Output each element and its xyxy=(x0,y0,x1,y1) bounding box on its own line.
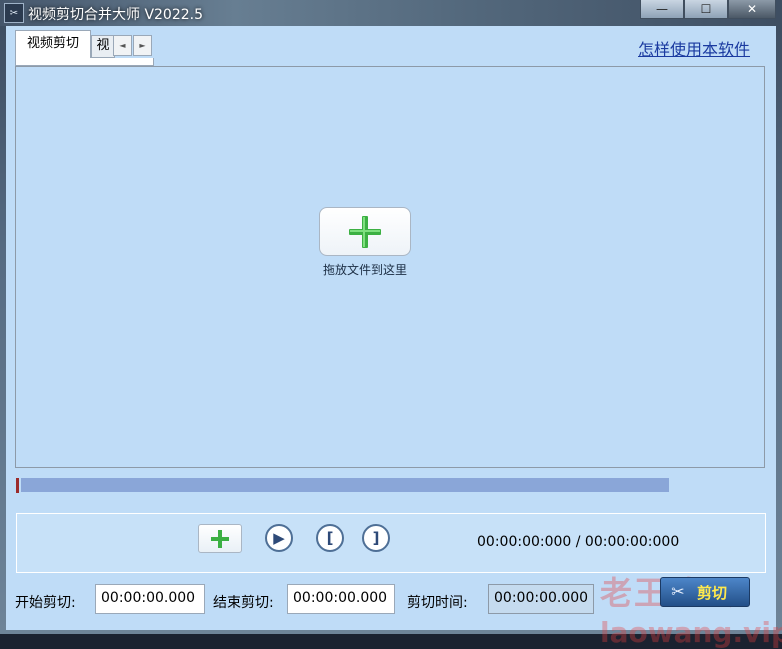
tab-scroll-right-button[interactable]: ► xyxy=(133,35,152,56)
time-display: 00:00:00:000 / 00:00:00:000 xyxy=(477,534,680,550)
tab-video-next[interactable]: 视 xyxy=(91,35,115,58)
window-controls: — ☐ ✕ xyxy=(640,0,776,20)
start-cut-label: 开始剪切: xyxy=(15,595,76,611)
end-cut-field[interactable]: 00:00:00.000 xyxy=(287,584,395,614)
watermark-url: laowang.vip xyxy=(600,616,782,649)
bracket-left-icon: [ xyxy=(326,529,334,547)
tab-video-cut[interactable]: 视频剪切 xyxy=(15,30,91,59)
cut-duration-label: 剪切时间: xyxy=(407,595,468,611)
cut-button-label: 剪切 xyxy=(697,583,728,602)
maximize-button[interactable]: ☐ xyxy=(684,0,728,19)
close-button[interactable]: ✕ xyxy=(728,0,776,19)
green-plus-icon xyxy=(349,215,381,248)
main-panel: 视频剪切 视 ◄ ► 怎样使用本软件 拖放文件到这里 ▶ [] 00:00:0… xyxy=(6,26,782,649)
title-bar[interactable]: ✂ 视频剪切合并大师 V2022.5 — ☐ ✕ xyxy=(0,0,782,26)
green-plus-icon xyxy=(211,529,229,548)
end-cut-label: 结束剪切: xyxy=(213,595,274,611)
drop-area[interactable]: 拖放文件到这里 xyxy=(15,66,765,468)
app-icon: ✂ xyxy=(4,3,24,23)
add-file-button[interactable] xyxy=(319,207,411,256)
mark-in-button[interactable]: [ xyxy=(316,524,344,552)
play-icon: ▶ xyxy=(273,529,285,547)
tab-content-edge xyxy=(15,58,154,66)
start-cut-field[interactable]: 00:00:00.000 xyxy=(95,584,205,614)
mark-out-button[interactable]: ] xyxy=(362,524,390,552)
help-link[interactable]: 怎样使用本软件 xyxy=(638,36,750,60)
player-controls: ▶ [ ] 00:00:00:000 / 00:00:00:000 xyxy=(16,513,766,573)
timeline-bar[interactable] xyxy=(21,478,669,492)
add-clip-button[interactable] xyxy=(198,524,242,553)
tab-scroll-left-button[interactable]: ◄ xyxy=(113,35,132,56)
cut-duration-field: 00:00:00.000 xyxy=(488,584,594,614)
window-title: 视频剪切合并大师 V2022.5 xyxy=(28,7,204,23)
play-button[interactable]: ▶ xyxy=(265,524,293,552)
drop-label: 拖放文件到这里 xyxy=(322,263,407,277)
scissors-icon: ✂ xyxy=(671,582,685,601)
minimize-button[interactable]: — xyxy=(640,0,684,19)
cut-button[interactable]: ✂ 剪切 xyxy=(660,577,750,607)
bracket-right-icon: ] xyxy=(372,529,380,547)
timeline-playhead[interactable] xyxy=(16,478,19,493)
tab-scroll-buttons: ◄ ► xyxy=(113,35,153,56)
app-window: ✂ 视频剪切合并大师 V2022.5 — ☐ ✕ 视频剪切 视 ◄ ► 怎样使用… xyxy=(0,0,782,649)
